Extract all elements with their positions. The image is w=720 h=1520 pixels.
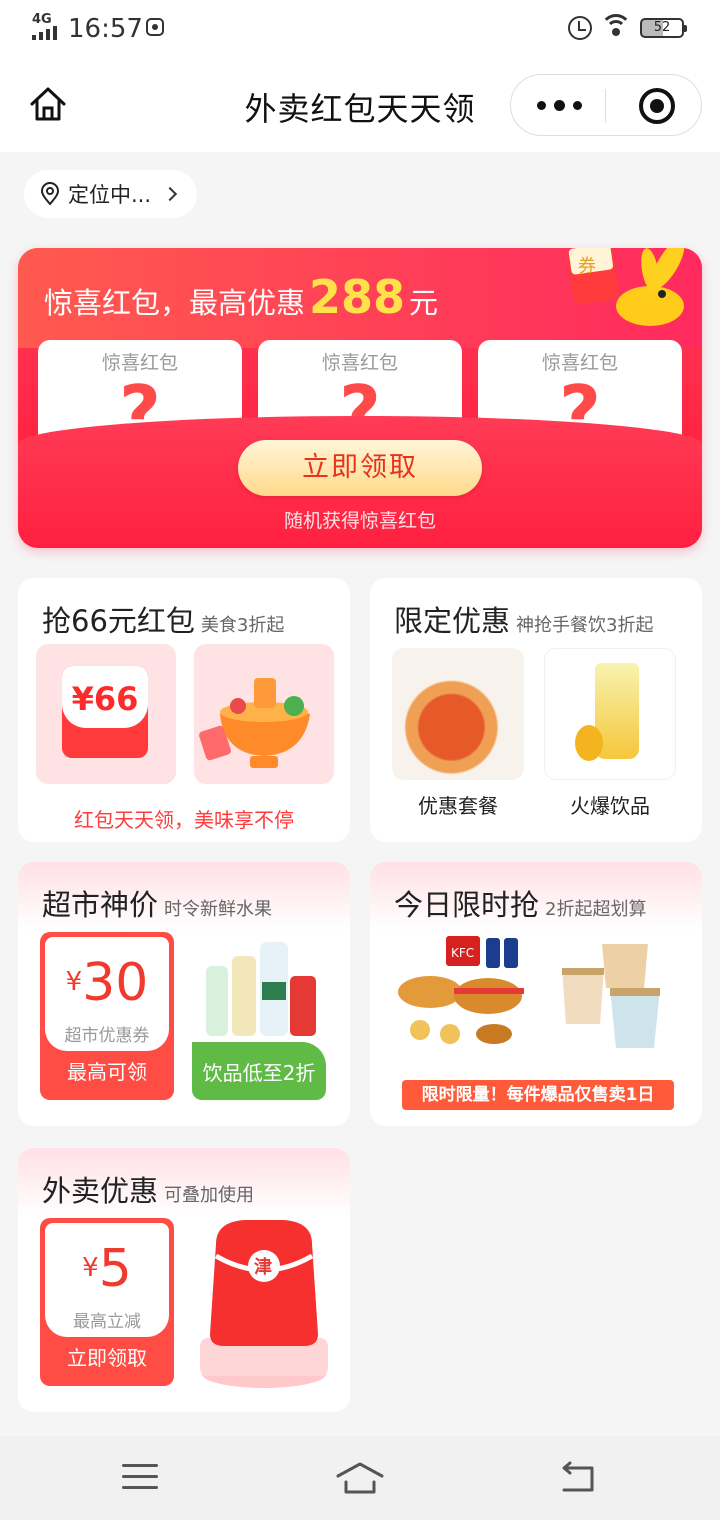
claim-button[interactable]: 立即领取 [238, 440, 482, 496]
surprise-redpacket-banner: 惊喜红包，最高优惠 288 元 券 惊喜红包 ? 惊喜红包 ? 惊喜红包 ? 立… [18, 248, 702, 548]
section-title-text: 超市神价 [42, 888, 159, 922]
redpacket-badge: ¥66 [71, 680, 139, 718]
network-type: 4G [32, 12, 52, 27]
drink-image[interactable] [544, 648, 676, 780]
coupon-face: ¥5 最高立减 [45, 1223, 169, 1337]
coupon-face: ¥30 超市优惠券 [45, 937, 169, 1051]
banner-unit: 元 [409, 286, 439, 320]
coupon-price: ¥5 [45, 1239, 169, 1299]
item-caption: 火爆饮品 [570, 794, 650, 818]
location-label: 定位中... [68, 183, 152, 207]
kfc-meal-illustration: KFC [398, 936, 524, 1044]
status-bar: 4G 16:57 52 [0, 0, 720, 58]
limited-offer-card[interactable]: 限定优惠 神抢手餐饮3折起 优惠套餐 火爆饮品 [370, 578, 702, 842]
back-icon[interactable] [558, 1460, 598, 1494]
section-subtitle: 时令新鲜水果 [164, 899, 273, 920]
section-title: 今日限时抢 2折起超划算 [394, 882, 646, 924]
location-chip[interactable]: 定位中... [24, 170, 198, 218]
item-caption: 优惠套餐 [418, 794, 498, 818]
redpacket-bag-icon[interactable]: 津 [194, 1214, 334, 1394]
section-title: 超市神价 时令新鲜水果 [42, 882, 272, 924]
delivery-coupon[interactable]: ¥5 最高立减 立即领取 [40, 1218, 174, 1386]
more-dots-icon[interactable] [537, 100, 582, 111]
miniapp-close-icon[interactable] [639, 88, 675, 124]
battery-icon: 52 [640, 18, 687, 38]
chevron-right-icon [162, 186, 178, 202]
kfc-meal-image[interactable]: KFC [390, 930, 536, 1054]
coupon-tag: 最高立减 [73, 1312, 141, 1332]
section-title: 限定优惠 神抢手餐饮3折起 [394, 598, 653, 640]
location-pin-icon [40, 182, 60, 206]
section-title-text: 抢66元红包 [42, 604, 195, 638]
section-title-text: 外卖优惠 [42, 1174, 159, 1208]
capsule-divider [605, 89, 606, 123]
flash-sale-banner: 限时限量！每件爆品仅售卖1日 [402, 1080, 674, 1110]
section-subtitle: 神抢手餐饮3折起 [516, 615, 654, 636]
promo-label: 饮品低至2折 [192, 1042, 326, 1100]
miniapp-capsule [510, 74, 702, 136]
banner-title-text: 惊喜红包，最高优惠 [44, 286, 306, 320]
title-bar: 外卖红包天天领 [0, 58, 720, 152]
grab-redpacket-card[interactable]: 抢66元红包 美食3折起 ¥66 红包天天领，美味享不停 [18, 578, 350, 842]
coupon-action[interactable]: 立即领取 [40, 1342, 174, 1371]
drinks-promo-tile[interactable]: 饮品低至2折 [192, 932, 326, 1100]
hotpot-tile[interactable] [194, 644, 334, 784]
section-title-text: 今日限时抢 [394, 888, 540, 922]
pizza-combo-image[interactable] [392, 648, 524, 780]
redpacket-icon: ¥66 [62, 666, 148, 758]
banner-amount: 288 [309, 270, 406, 324]
coupon-price: ¥30 [45, 953, 169, 1013]
signal-icon [32, 26, 57, 40]
status-time: 16:57 [68, 14, 143, 44]
coupon-value: 30 [82, 953, 149, 1013]
mascot-tag: 券 [578, 256, 596, 277]
milk-tea-image[interactable] [552, 938, 672, 1054]
tiktok-icon [146, 18, 164, 36]
section-footer: 红包天天领，美味享不停 [74, 808, 294, 832]
section-subtitle: 2折起超划算 [545, 899, 647, 920]
flash-sale-card[interactable]: 今日限时抢 2折起超划算 KFC 限时限量！每件爆品仅售卖1日 [370, 862, 702, 1126]
supermarket-coupon[interactable]: ¥30 超市优惠券 最高可领 [40, 932, 174, 1100]
system-nav-bar [0, 1436, 720, 1520]
section-title: 外卖优惠 可叠加使用 [42, 1168, 254, 1210]
coupon-tag: 超市优惠券 [64, 1026, 150, 1046]
hotpot-icon [199, 678, 310, 768]
menu-icon[interactable] [122, 1464, 158, 1490]
currency-symbol: ¥ [65, 967, 83, 997]
bag-mark: 津 [254, 1256, 272, 1278]
brand-logo-text: KFC [451, 946, 474, 960]
section-subtitle: 美食3折起 [200, 615, 285, 636]
banner-title: 惊喜红包，最高优惠 288 元 [44, 270, 438, 324]
bottled-drinks-image [206, 942, 316, 1036]
milk-tea-illustration [562, 944, 660, 1048]
coupon-value: 5 [98, 1239, 132, 1299]
home-outline-icon[interactable] [334, 1460, 386, 1496]
section-subtitle: 可叠加使用 [164, 1185, 255, 1206]
supermarket-card[interactable]: 超市神价 时令新鲜水果 ¥30 超市优惠券 最高可领 饮品低至2折 [18, 862, 350, 1126]
currency-symbol: ¥ [82, 1253, 99, 1283]
section-title: 抢66元红包 美食3折起 [42, 598, 284, 640]
alarm-icon [568, 16, 592, 40]
mascot-icon: 券 [567, 248, 685, 326]
banner-subtitle: 随机获得惊喜红包 [283, 510, 436, 532]
redpacket-66-tile[interactable]: ¥66 [36, 644, 176, 784]
coupon-action[interactable]: 最高可领 [40, 1056, 174, 1085]
delivery-discount-card[interactable]: 外卖优惠 可叠加使用 ¥5 最高立减 立即领取 津 [18, 1148, 350, 1412]
wifi-icon [600, 14, 632, 40]
section-title-text: 限定优惠 [394, 604, 511, 638]
